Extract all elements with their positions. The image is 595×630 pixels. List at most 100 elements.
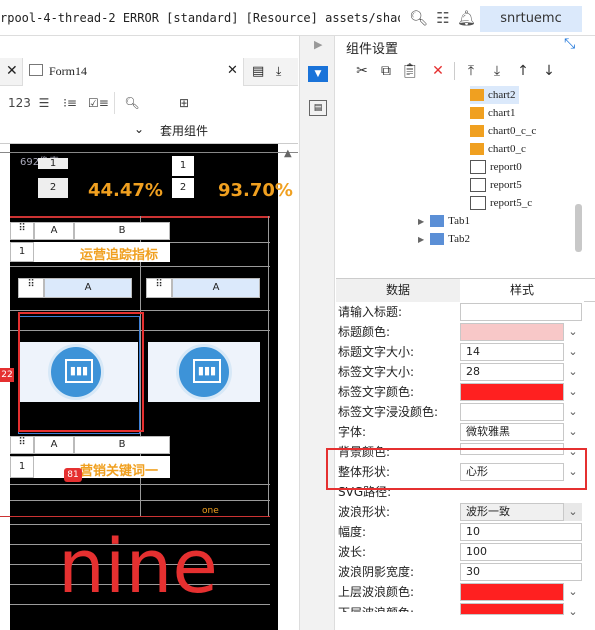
property-input[interactable]: 28	[460, 363, 564, 381]
close-icon[interactable]: ✕	[6, 63, 18, 79]
text-icon[interactable]: ☰	[34, 94, 54, 112]
property-input[interactable]	[460, 303, 582, 321]
number-icon[interactable]: 123	[8, 94, 31, 112]
percent-value-2: 93.70%	[218, 180, 293, 201]
color-swatch[interactable]	[460, 583, 564, 601]
move-bottom-icon[interactable]: ⤓	[488, 62, 506, 80]
search-icon[interactable]: 🔍︎	[409, 9, 428, 27]
color-swatch[interactable]	[460, 603, 564, 615]
property-input[interactable]: 10	[460, 523, 582, 541]
grid-line	[268, 216, 269, 516]
scroll-up-icon[interactable]: ▲	[284, 148, 292, 159]
drag-handle-icon[interactable]: ⠿	[10, 222, 34, 240]
tree-item[interactable]: chart2	[470, 86, 520, 104]
dropdown-arrow-icon[interactable]: ⌄	[564, 583, 582, 601]
row-num-1: 1	[38, 158, 68, 169]
dropdown-arrow-icon[interactable]: ⌄	[564, 423, 582, 441]
editor-tab-bar: ✕ Form14 ✕ ▤ ⤓	[0, 58, 298, 86]
tree-item[interactable]: ▶ Tab2	[418, 230, 470, 248]
tab-style[interactable]: 样式	[460, 279, 584, 302]
dropdown-arrow-icon[interactable]: ⌄	[564, 323, 582, 341]
tab-item-icon	[430, 215, 445, 228]
user-button[interactable]: snrtuemc	[480, 6, 582, 32]
tree-scrollbar[interactable]	[575, 204, 582, 252]
property-input[interactable]: 14	[460, 343, 564, 361]
panel-title: 组件设置	[346, 42, 399, 57]
tab-form14[interactable]: Form14 ✕	[22, 58, 244, 86]
move-down-icon[interactable]: ↓	[540, 62, 558, 80]
color-swatch[interactable]	[460, 383, 564, 401]
column-header-a: A	[34, 222, 74, 240]
bar-chart-icon: ▮▮▮	[193, 359, 221, 383]
tab-data[interactable]: 数据	[336, 279, 460, 302]
property-row: 幅度: 10	[336, 522, 584, 542]
expand-arrow-icon[interactable]: ▶	[418, 235, 424, 244]
preview-icon[interactable]: 🔍︎	[122, 94, 142, 112]
move-top-icon[interactable]: ⤒	[462, 62, 480, 80]
tree-item-label: report5	[490, 179, 522, 191]
layout-icon[interactable]: ⊞	[174, 94, 194, 112]
grid-line	[10, 500, 270, 501]
tree-item[interactable]: report5_c	[470, 194, 532, 212]
expand-arrow-icon[interactable]: ▶	[314, 38, 322, 51]
chart-item-icon	[470, 107, 484, 120]
property-input[interactable]: 30	[460, 563, 582, 581]
apply-component-button[interactable]: 套用组件	[160, 122, 208, 139]
one-label: one	[202, 506, 219, 516]
tab-close-icon[interactable]: ✕	[227, 63, 238, 78]
move-up-icon[interactable]: ↑	[514, 62, 532, 80]
dropdown-arrow-icon[interactable]: ⌄	[564, 363, 582, 381]
bell-icon[interactable]: 🔔︎	[457, 9, 476, 27]
drag-handle-icon[interactable]: ⠿	[18, 278, 44, 298]
color-swatch[interactable]	[460, 323, 564, 341]
dropdown-arrow-icon[interactable]: ⌄	[564, 603, 582, 621]
drag-handle-icon[interactable]: ⠿	[10, 436, 34, 454]
delete-icon[interactable]: ✕	[429, 62, 447, 80]
copy-icon[interactable]: ⧉	[377, 62, 395, 80]
layout-panel-icon[interactable]: ▤	[309, 100, 327, 116]
component-panel-icon[interactable]: ▼	[308, 66, 328, 82]
property-select[interactable]: 波形一致	[460, 503, 564, 521]
paste-icon[interactable]: 📋︎	[401, 62, 419, 80]
top-bar: rpool-4-thread-2 ERROR [standard] [Resou…	[0, 0, 595, 36]
log-line: rpool-4-thread-2 ERROR [standard] [Resou…	[0, 11, 400, 25]
component-tree: chart2 chart1 chart0_c_c chart0_c report…	[336, 84, 595, 306]
divider	[454, 62, 455, 80]
color-swatch[interactable]	[460, 403, 564, 421]
form-icon	[29, 64, 43, 76]
tree-item[interactable]: chart0_c_c	[470, 122, 536, 140]
report-item-icon	[470, 160, 486, 175]
tree-item[interactable]: chart0_c	[470, 140, 526, 158]
document-icon[interactable]: ☷	[434, 9, 452, 27]
tree-item-label: Tab2	[448, 233, 470, 245]
row-num-1b: 1	[172, 156, 194, 176]
cut-icon[interactable]: ✂	[353, 62, 371, 80]
highlight-box	[326, 448, 587, 490]
tree-item[interactable]: chart1	[470, 104, 515, 122]
tree-item[interactable]: report5	[470, 176, 522, 194]
panel-header: 组件设置 ⤡	[336, 36, 595, 58]
tree-item-label: chart2	[488, 89, 516, 101]
row-num-2b: 2	[172, 178, 194, 198]
tree-item[interactable]: ▶ Tab1	[418, 212, 470, 230]
dropdown-arrow-icon[interactable]: ⌄	[564, 503, 582, 521]
column-header-a: A	[44, 278, 132, 298]
expand-arrow-icon[interactable]: ▶	[418, 217, 424, 226]
title-cell-2: 营销关键词一	[80, 464, 159, 479]
pin-icon[interactable]: ⤓	[276, 64, 281, 79]
radio-list-icon[interactable]: ⁝≡	[60, 94, 80, 112]
dropdown-arrow-icon[interactable]: ⌄	[564, 343, 582, 361]
design-canvas[interactable]: 692像素 1 1 2 2 44.47% 93.70% ⠿ A B 1 运营追踪…	[0, 144, 298, 630]
tree-item[interactable]: report0	[470, 158, 522, 176]
tab-label: Form14	[49, 64, 88, 78]
drag-handle-icon[interactable]: ⠿	[146, 278, 172, 298]
checkbox-list-icon[interactable]: ☑≡	[88, 94, 109, 112]
property-input[interactable]: 100	[460, 543, 582, 561]
expand-chevron-icon[interactable]: ⌄	[134, 122, 144, 136]
tab-menu-icon[interactable]: ▤	[252, 64, 264, 79]
settings-tabs: 数据 样式	[336, 278, 595, 302]
property-select[interactable]: 微软雅黑	[460, 423, 564, 441]
dropdown-arrow-icon[interactable]: ⌄	[564, 403, 582, 421]
collapse-icon[interactable]: ⤡	[564, 36, 575, 52]
dropdown-arrow-icon[interactable]: ⌄	[564, 383, 582, 401]
